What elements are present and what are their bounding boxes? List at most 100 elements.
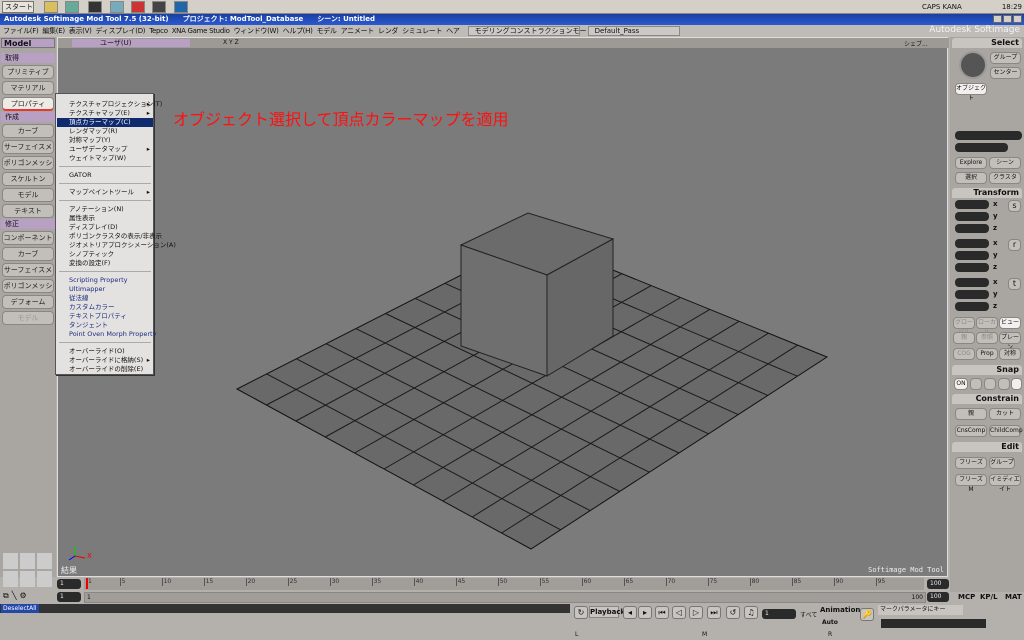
- construction-mode-dropdown[interactable]: モデリングコンストラクションモード: [467, 26, 593, 36]
- edit-group-button[interactable]: グループ: [989, 457, 1015, 469]
- tab-kpl[interactable]: KP/L: [980, 591, 998, 603]
- axis-toggle[interactable]: z: [993, 263, 997, 271]
- axis-toggle[interactable]: z: [993, 302, 997, 310]
- transform-value-field[interactable]: [955, 251, 989, 260]
- maximize-button[interactable]: [1003, 15, 1012, 23]
- loop-icon[interactable]: ↻: [574, 606, 588, 619]
- photoshop-icon[interactable]: [174, 1, 188, 13]
- menu-item[interactable]: 変換の設定(F): [57, 259, 153, 268]
- layout-icon[interactable]: [20, 553, 35, 569]
- transform-header[interactable]: Transform: [952, 188, 1022, 198]
- transform-mode-button[interactable]: t: [1008, 278, 1021, 290]
- auto-key-button[interactable]: Auto: [822, 619, 838, 626]
- brush-icon[interactable]: ╲: [12, 591, 17, 603]
- layout-icon[interactable]: [3, 553, 18, 569]
- timeline-end-field[interactable]: 100: [927, 579, 949, 589]
- reference-button[interactable]: 参照: [976, 332, 998, 344]
- last-frame-icon[interactable]: ⏭: [707, 606, 721, 619]
- explore-button[interactable]: Explore: [955, 157, 987, 169]
- menu-item[interactable]: Point Oven Morph Property: [57, 330, 156, 339]
- range-slider[interactable]: 1 100: [84, 592, 926, 603]
- section-create[interactable]: 作成: [1, 112, 55, 122]
- constrain-cut-button[interactable]: カット: [989, 408, 1021, 420]
- transform-value-field[interactable]: [955, 212, 989, 221]
- tab-mat[interactable]: MAT: [1005, 591, 1022, 603]
- start-button[interactable]: スタート: [2, 1, 34, 13]
- menu-item[interactable]: オーバーライド(O): [57, 347, 153, 356]
- snap-grid-icon[interactable]: [1011, 378, 1022, 390]
- menu-window[interactable]: ウィンドウ(W): [234, 25, 279, 37]
- transform-value-field[interactable]: [955, 224, 989, 233]
- cnscomp-button[interactable]: CnsComp: [955, 425, 987, 437]
- app-icon[interactable]: [110, 1, 124, 13]
- modify-curve-button[interactable]: カーブ: [2, 247, 54, 261]
- app-icon[interactable]: [65, 1, 79, 13]
- axis-toggle[interactable]: y: [993, 212, 998, 220]
- parent-ref-button[interactable]: 親: [953, 332, 975, 344]
- section-get[interactable]: 取得: [1, 53, 55, 63]
- edit-header[interactable]: Edit: [952, 442, 1022, 452]
- deform-button[interactable]: デフォーム: [2, 295, 54, 309]
- layout-icon[interactable]: [20, 571, 35, 587]
- menu-item[interactable]: ユーザデータマップ ▸: [57, 145, 153, 154]
- timeline-ruler[interactable]: 1 5 10 15 20 25 30 35 40 45 50 55 60 65 70 75 80 85 90 95: [84, 578, 924, 590]
- freeze-m-button[interactable]: フリーズ M: [955, 474, 987, 493]
- menu-hair[interactable]: ヘア: [446, 25, 460, 37]
- property-button[interactable]: プロパティ: [2, 97, 54, 111]
- transform-mode-button[interactable]: r: [1008, 239, 1021, 251]
- prop-button[interactable]: Prop: [976, 348, 998, 360]
- axis-toggle[interactable]: y: [993, 290, 998, 298]
- menu-xna[interactable]: XNA Game Studio: [172, 25, 230, 37]
- menu-item[interactable]: アノテーション(N): [57, 205, 153, 214]
- axis-toggle[interactable]: x: [993, 239, 998, 247]
- app-icon[interactable]: [131, 1, 145, 13]
- cluster-button[interactable]: クラスタ: [989, 172, 1021, 184]
- object-button[interactable]: オブジェクト: [955, 83, 987, 102]
- menu-item[interactable]: カスタムカラー: [57, 303, 153, 312]
- render-icon[interactable]: ⚙: [20, 591, 27, 603]
- transform-value-field[interactable]: [955, 239, 989, 248]
- minimize-button[interactable]: [993, 15, 1002, 23]
- transform-value-field[interactable]: [955, 290, 989, 299]
- tab-mcp[interactable]: MCP: [958, 591, 975, 603]
- create-surface-button[interactable]: サーフェイスメッシュ: [2, 140, 54, 163]
- transform-value-field[interactable]: [955, 200, 989, 209]
- menu-edit[interactable]: 編集(E): [42, 25, 65, 37]
- create-model-button[interactable]: モデル: [2, 188, 54, 202]
- menu-item[interactable]: テクスチャプロジェクション(T) ▸: [57, 100, 162, 109]
- menu-render[interactable]: レンダ: [378, 25, 398, 37]
- create-polymesh-button[interactable]: ポリゴンメッシュ: [2, 156, 54, 179]
- prev-frame-icon[interactable]: ◂: [623, 606, 637, 619]
- modify-polymesh-button[interactable]: ポリゴンメッシュ: [2, 279, 54, 302]
- constrain-header[interactable]: Constrain: [952, 394, 1022, 404]
- menu-help[interactable]: ヘルプ(H): [283, 25, 313, 37]
- menu-item[interactable]: ポリゴンクラスタの表示/非表示: [57, 232, 162, 241]
- command-line[interactable]: DeselectAll: [0, 604, 570, 613]
- menu-item[interactable]: 頂点カラーマップ(C): [57, 118, 153, 127]
- menu-model[interactable]: モデル: [317, 25, 337, 37]
- menu-tepco[interactable]: Tepco: [149, 25, 168, 37]
- axis-toggle[interactable]: z: [993, 224, 997, 232]
- animation-menu[interactable]: Animation: [820, 606, 860, 614]
- local-button[interactable]: ローカル: [976, 317, 998, 336]
- key-icon[interactable]: 🔑: [860, 608, 874, 621]
- axis-toggle[interactable]: y: [993, 251, 998, 259]
- snap-surface-icon[interactable]: [998, 378, 1010, 390]
- plane-button[interactable]: プレーン: [999, 332, 1021, 351]
- menu-file[interactable]: ファイル(F): [3, 25, 39, 37]
- all-button[interactable]: すべて: [800, 610, 817, 619]
- transform-value-field[interactable]: [955, 263, 989, 272]
- marked-parameters-field[interactable]: マークパラメータにキー: [878, 605, 963, 615]
- cog-button[interactable]: COG: [953, 348, 975, 360]
- section-modify[interactable]: 修正: [1, 219, 55, 229]
- freeze-button[interactable]: フリーズ: [955, 457, 987, 469]
- childcomp-button[interactable]: ChildComp: [989, 425, 1023, 437]
- create-text-button[interactable]: テキスト: [2, 204, 54, 218]
- modify-surface-button[interactable]: サーフェイスメッシュ: [2, 263, 54, 286]
- select-header[interactable]: Select: [952, 38, 1022, 48]
- menu-item[interactable]: テクスチャマップ(E) ▸: [57, 109, 153, 118]
- layout-icon[interactable]: [37, 571, 52, 587]
- transform-value-field[interactable]: [955, 302, 989, 311]
- axis-toggle[interactable]: x: [993, 200, 998, 208]
- play-backward-icon[interactable]: ◁: [672, 606, 686, 619]
